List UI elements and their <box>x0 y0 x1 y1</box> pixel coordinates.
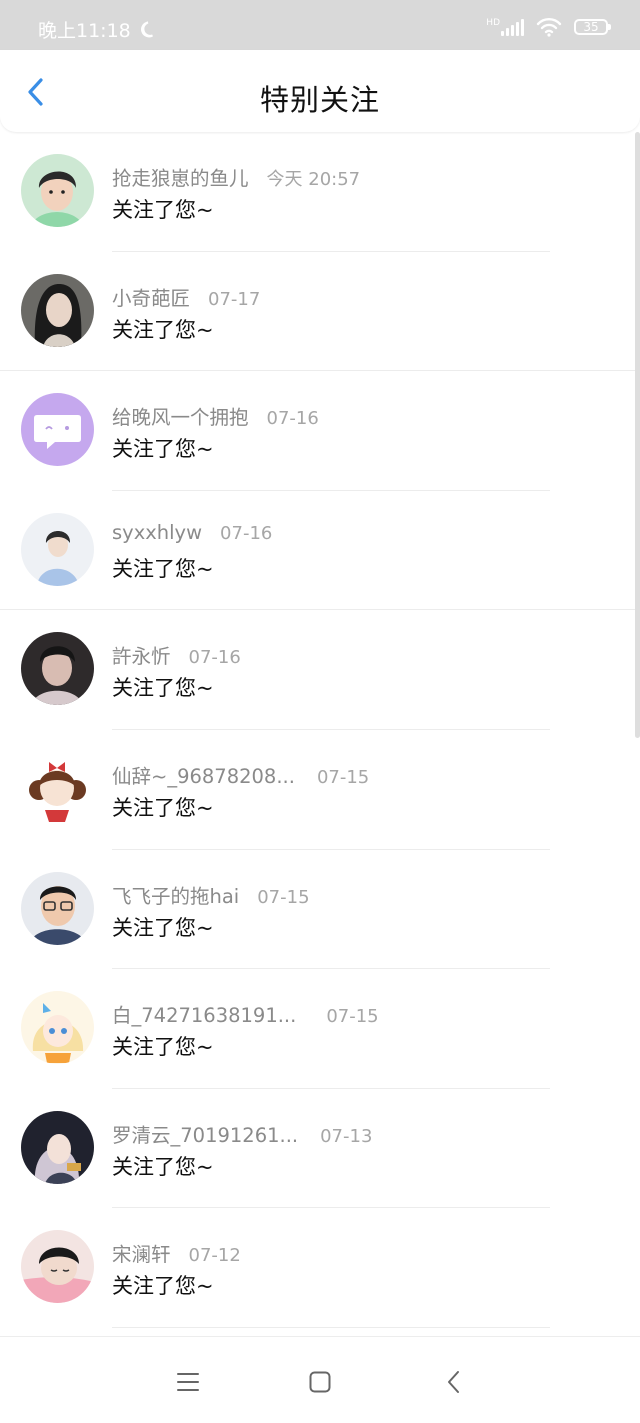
timestamp: 07-16 <box>188 647 241 669</box>
avatar[interactable] <box>21 1110 94 1184</box>
list-item[interactable]: 飞飞子的拖hai 07-15 关注了您~ <box>0 850 640 970</box>
page-title: 特别关注 <box>259 83 380 117</box>
avatar[interactable] <box>21 632 94 706</box>
follow-message: 关注了您~ <box>112 437 214 462</box>
wifi-icon <box>536 18 562 37</box>
username[interactable]: 罗清云_70191261... <box>112 1119 298 1148</box>
hd-label: HD <box>486 17 500 28</box>
battery-icon: 35 <box>574 19 611 35</box>
avatar[interactable] <box>21 1230 94 1304</box>
status-time: 晚上11:18 <box>38 20 131 42</box>
list-item[interactable]: 罗清云_70191261... 07-13 关注了您~ <box>0 1089 640 1209</box>
username[interactable]: syxxhlyw <box>112 521 202 544</box>
timestamp: 07-15 <box>326 1006 379 1028</box>
list-item[interactable]: 给晚风一个拥抱 07-16 关注了您~ <box>0 371 640 491</box>
timestamp: 07-13 <box>320 1125 373 1147</box>
username[interactable]: 白_74271638191... <box>112 999 296 1028</box>
system-nav-bar <box>0 1336 640 1423</box>
cellular-signal-icon: HD <box>486 17 524 36</box>
follow-message: 关注了您~ <box>112 676 214 701</box>
top-nav-bar: 特别关注 <box>0 50 640 132</box>
list-item[interactable]: 許永忻 07-16 关注了您~ <box>0 610 640 730</box>
follow-message: 关注了您~ <box>112 317 214 342</box>
list-item[interactable]: 抢走狼崽的鱼儿 今天 20:57 关注了您~ <box>0 132 640 252</box>
follow-message: 关注了您~ <box>112 915 214 940</box>
divider <box>112 1326 550 1328</box>
status-left: 晚上11:18 <box>38 16 159 43</box>
system-back-button[interactable] <box>437 1365 471 1399</box>
chevron-left-icon <box>448 1371 459 1393</box>
list-item[interactable]: 宋澜轩 07-12 关注了您~ <box>0 1208 640 1328</box>
avatar[interactable] <box>21 751 94 825</box>
avatar[interactable] <box>21 154 94 227</box>
square-icon <box>309 1371 331 1393</box>
timestamp: 07-16 <box>266 408 319 430</box>
home-button[interactable] <box>303 1365 337 1399</box>
username[interactable]: 小奇葩匠 <box>112 282 190 311</box>
timestamp: 07-15 <box>257 886 310 908</box>
list-item[interactable]: syxxhlyw 07-16 关注了您~ <box>0 491 640 611</box>
status-right: HD 35 <box>486 17 611 37</box>
avatar[interactable] <box>21 871 94 945</box>
timestamp: 今天 20:57 <box>266 169 361 190</box>
follower-list: 抢走狼崽的鱼儿 今天 20:57 关注了您~ 小奇葩匠 07-17 关注了您~ <box>0 132 640 1328</box>
avatar[interactable] <box>21 991 94 1065</box>
status-bar: 晚上11:18 HD 35 <box>0 0 640 50</box>
username[interactable]: 飞飞子的拖hai <box>112 880 239 909</box>
username[interactable]: 抢走狼崽的鱼儿 <box>112 162 249 191</box>
avatar[interactable] <box>21 393 94 467</box>
follow-message: 关注了您~ <box>112 1154 214 1179</box>
timestamp: 07-16 <box>220 522 273 544</box>
follow-message: 关注了您~ <box>112 1274 214 1299</box>
menu-icon <box>177 1373 199 1391</box>
username[interactable]: 宋澜轩 <box>112 1238 171 1267</box>
avatar[interactable] <box>21 273 94 347</box>
moon-icon <box>140 21 153 37</box>
menu-button[interactable] <box>171 1365 205 1399</box>
timestamp: 07-12 <box>188 1245 241 1267</box>
timestamp: 07-17 <box>208 288 261 310</box>
avatar[interactable] <box>21 512 94 586</box>
follow-message: 关注了您~ <box>112 556 214 581</box>
username[interactable]: 给晚风一个拥抱 <box>112 401 249 430</box>
timestamp: 07-15 <box>316 766 370 788</box>
list-item[interactable]: 白_74271638191... 07-15 关注了您~ <box>0 969 640 1089</box>
list-item[interactable]: 小奇葩匠 07-17 关注了您~ <box>0 252 640 372</box>
username[interactable]: 許永忻 <box>112 640 171 669</box>
follow-message: 关注了您~ <box>112 795 214 820</box>
list-item[interactable]: 仙辞~_96878208... 07-15 关注了您~ <box>0 730 640 850</box>
follow-message: 关注了您~ <box>112 198 214 222</box>
username[interactable]: 仙辞~_96878208... <box>112 760 295 789</box>
scrollbar[interactable] <box>635 132 640 738</box>
follow-message: 关注了您~ <box>112 1035 214 1060</box>
